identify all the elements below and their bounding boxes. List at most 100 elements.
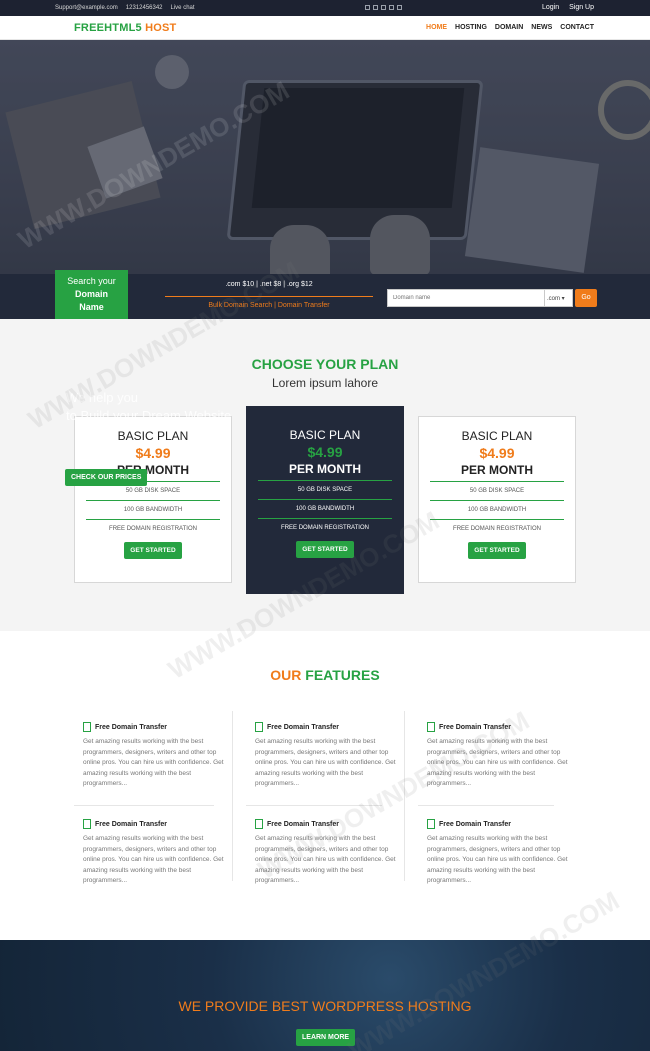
go-button[interactable]: Go <box>575 289 597 307</box>
plan-period: PER MONTH <box>461 463 533 477</box>
feature-title: Free Domain Transfer <box>267 820 339 828</box>
plan-feature: 100 GB BANDWIDTH <box>86 500 220 519</box>
nav-item-domain[interactable]: DOMAIN <box>495 24 523 31</box>
feature-item: Free Domain Transfer Get amazing results… <box>255 819 405 887</box>
nav-item-contact[interactable]: CONTACT <box>560 24 594 31</box>
feature-text: Get amazing results working with the bes… <box>83 738 224 787</box>
domain-search-form: .com ▾ Go <box>387 289 597 307</box>
plan-name: BASIC PLAN <box>461 429 533 443</box>
plan-price: $4.99 <box>135 445 171 461</box>
features-title: OUR FEATURES <box>0 667 650 683</box>
plan-price: $4.99 <box>479 445 515 461</box>
plan-feature: 50 GB DISK SPACE <box>430 481 564 500</box>
live-chat-link[interactable]: Live chat <box>171 5 195 11</box>
document-icon <box>255 722 263 732</box>
feature-divider-horizontal <box>418 805 554 806</box>
document-icon <box>83 722 91 732</box>
plan-feature: FREE DOMAIN REGISTRATION <box>258 518 392 537</box>
feature-text: Get amazing results working with the bes… <box>83 835 224 884</box>
get-started-button[interactable]: GET STARTED <box>124 542 182 559</box>
login-link[interactable]: Login <box>542 4 559 11</box>
features-title-part1: OUR <box>270 667 302 683</box>
twitter-icon[interactable] <box>373 5 378 10</box>
plan-price: $4.99 <box>307 444 343 460</box>
search-tag-line2: Domain <box>74 289 108 299</box>
feature-item: Free Domain Transfer Get amazing results… <box>83 722 233 790</box>
domain-links[interactable]: Bulk Domain Search | Domain Transfer <box>165 302 373 309</box>
feature-item: Free Domain Transfer Get amazing results… <box>255 722 405 790</box>
feature-item: Free Domain Transfer Get amazing results… <box>83 819 233 887</box>
phone-text: 12312456342 <box>125 5 163 11</box>
plan-card-2: BASIC PLAN $4.99 PER MONTH 50 GB DISK SP… <box>246 406 404 594</box>
tld-select[interactable]: .com ▾ <box>545 289 573 307</box>
feature-title: Free Domain Transfer <box>439 723 511 731</box>
email-text[interactable]: Support@example.com <box>55 5 118 11</box>
google-plus-icon[interactable] <box>381 5 386 10</box>
plans-subtitle: Lorem ipsum lahore <box>271 376 379 390</box>
facebook-icon[interactable] <box>365 5 370 10</box>
banner-title: WE PROVIDE BEST WORDPRESS HOSTING <box>178 998 472 1014</box>
main-navbar: FREEHTML5 HOST HOME HOSTING DOMAIN NEWS … <box>0 16 650 40</box>
feature-text: Get amazing results working with the bes… <box>255 835 396 884</box>
learn-more-button[interactable]: LEARN MORE <box>296 1029 356 1046</box>
plan-card-1: BASIC PLAN $4.99 PER MONTH 50 GB DISK SP… <box>74 416 232 583</box>
plans-title: CHOOSE YOUR PLAN <box>251 356 399 372</box>
logo-text-primary: FREEHTML5 <box>74 22 142 34</box>
feature-divider-horizontal <box>246 805 382 806</box>
contact-info: Support@example.com 12312456342 Live cha… <box>55 5 195 11</box>
plan-feature: FREE DOMAIN REGISTRATION <box>86 519 220 538</box>
get-started-button[interactable]: GET STARTED <box>468 542 526 559</box>
logo-text-secondary: HOST <box>141 22 177 34</box>
main-menu: HOME HOSTING DOMAIN NEWS CONTACT <box>426 24 594 31</box>
document-icon <box>427 819 435 829</box>
wordpress-banner: WE PROVIDE BEST WORDPRESS HOSTING LEARN … <box>0 940 650 1051</box>
hero-overlay <box>0 40 650 274</box>
hero-image <box>0 40 650 274</box>
document-icon <box>83 819 91 829</box>
search-tag-line3: Name <box>79 302 104 312</box>
plan-feature: 100 GB BANDWIDTH <box>258 499 392 518</box>
feature-divider-horizontal <box>74 805 214 806</box>
auth-links: Login Sign Up <box>542 4 594 11</box>
nav-item-home[interactable]: HOME <box>426 24 447 31</box>
search-tag-line1: Search your <box>67 276 116 286</box>
feature-title: Free Domain Transfer <box>95 723 167 731</box>
check-prices-button[interactable]: CHECK OUR PRICES <box>65 469 148 486</box>
feature-item: Free Domain Transfer Get amazing results… <box>427 722 577 790</box>
domain-prices: .com $10 | .net $8 | .org $12 <box>225 281 313 288</box>
dribbble-icon[interactable] <box>397 5 402 10</box>
domain-search-tag: Search your Domain Name <box>55 270 128 323</box>
plan-card-3: BASIC PLAN $4.99 PER MONTH 50 GB DISK SP… <box>418 416 576 583</box>
linkedin-icon[interactable] <box>389 5 394 10</box>
feature-title: Free Domain Transfer <box>267 723 339 731</box>
domain-name-input[interactable] <box>387 289 545 307</box>
social-icons <box>365 5 402 10</box>
domain-search-bar: Search your Domain Name .com $10 | .net … <box>0 270 650 323</box>
feature-title: Free Domain Transfer <box>95 820 167 828</box>
features-section: OUR FEATURES Free Domain Transfer Get am… <box>0 631 650 940</box>
plan-name: BASIC PLAN <box>289 428 361 442</box>
nav-item-hosting[interactable]: HOSTING <box>455 24 487 31</box>
feature-text: Get amazing results working with the bes… <box>427 835 568 884</box>
signup-link[interactable]: Sign Up <box>569 4 594 11</box>
top-bar: Support@example.com 12312456342 Live cha… <box>0 0 650 16</box>
hero-heading-line2: to Build your Dream Website <box>66 408 232 423</box>
get-started-button[interactable]: GET STARTED <box>296 541 354 558</box>
feature-item: Free Domain Transfer Get amazing results… <box>427 819 577 887</box>
plan-feature: 100 GB BANDWIDTH <box>430 500 564 519</box>
feature-text: Get amazing results working with the bes… <box>427 738 568 787</box>
plan-name: BASIC PLAN <box>117 429 189 443</box>
document-icon <box>427 722 435 732</box>
plan-period: PER MONTH <box>289 462 361 476</box>
nav-item-news[interactable]: NEWS <box>531 24 552 31</box>
feature-text: Get amazing results working with the bes… <box>255 738 396 787</box>
site-logo[interactable]: FREEHTML5 HOST <box>74 22 176 34</box>
plan-feature: FREE DOMAIN REGISTRATION <box>430 519 564 538</box>
plan-feature: 50 GB DISK SPACE <box>258 480 392 499</box>
feature-title: Free Domain Transfer <box>439 820 511 828</box>
hero-slide-heading: We help you to Build your Dream Website <box>66 389 231 425</box>
hero-heading-line1: We help you <box>66 390 139 405</box>
domain-divider <box>165 296 373 297</box>
document-icon <box>255 819 263 829</box>
features-title-part2: FEATURES <box>301 667 380 683</box>
